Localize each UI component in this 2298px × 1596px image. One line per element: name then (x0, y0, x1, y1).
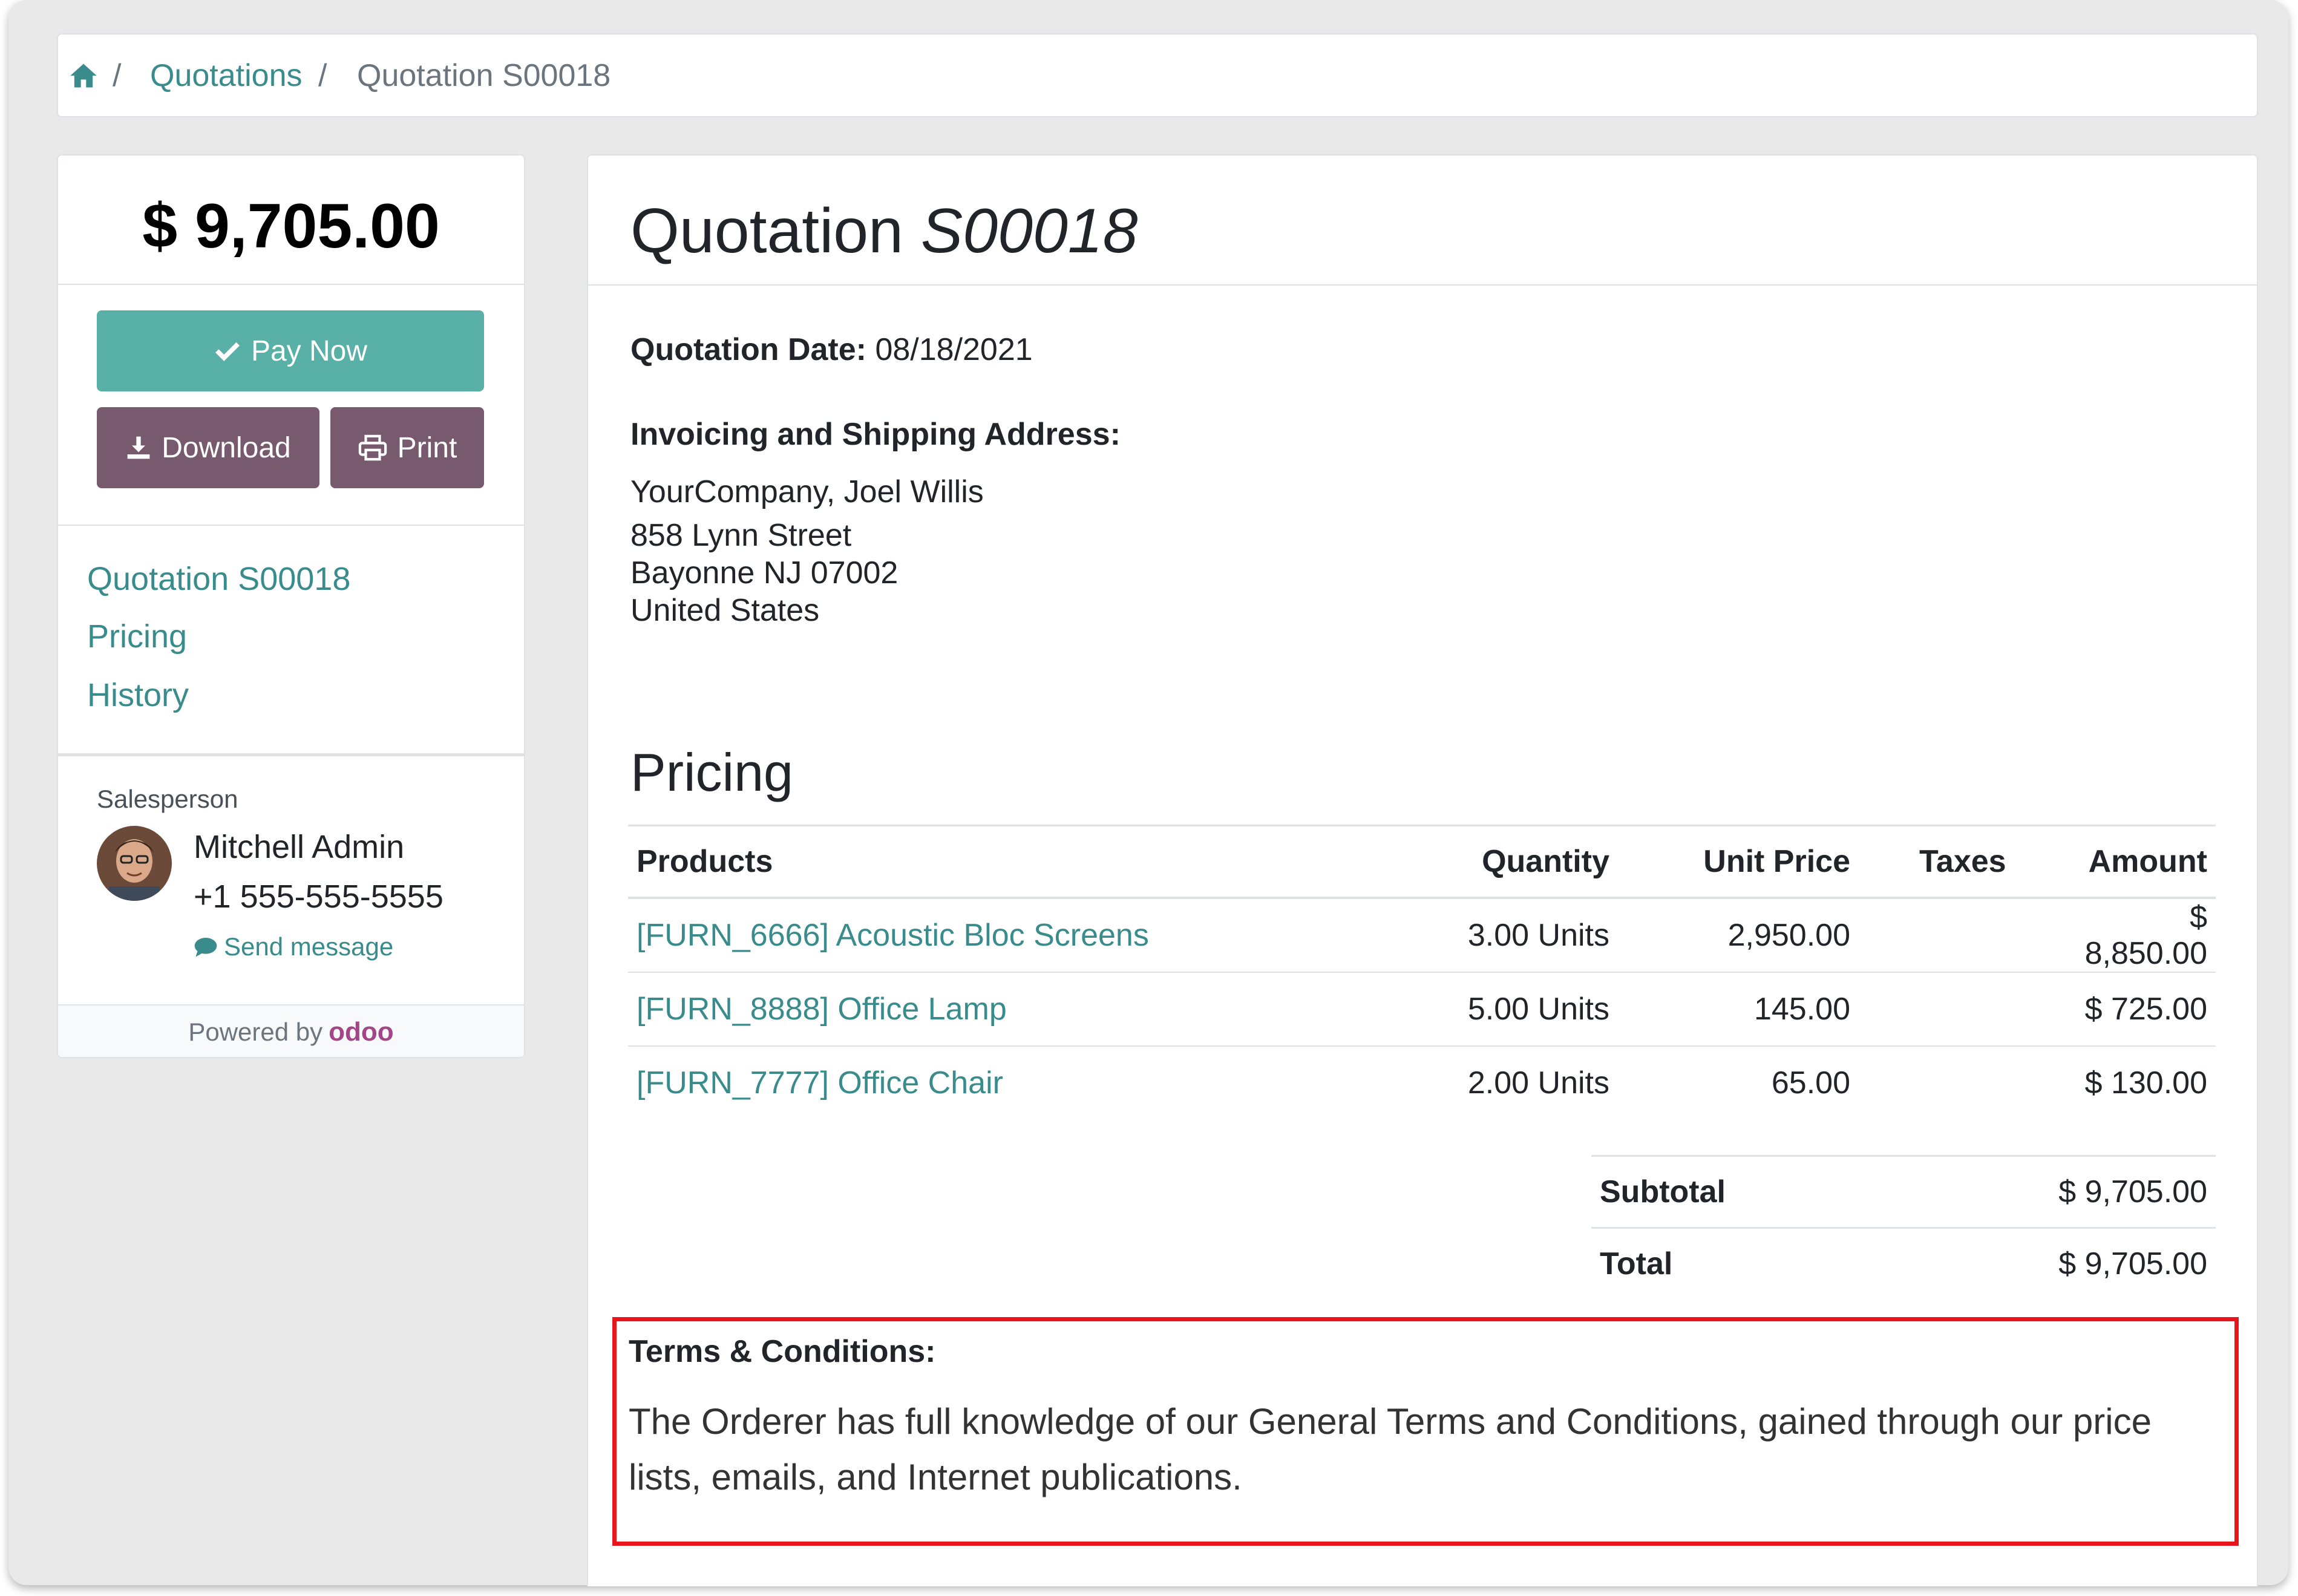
taxes-cell (1859, 898, 2073, 973)
subtotal-value: $ 9,705.00 (1880, 1155, 2216, 1228)
address-line: 858 Lynn Street (630, 518, 852, 553)
breadcrumb-separator: / (113, 58, 122, 93)
pay-now-label: Pay Now (250, 335, 368, 367)
amount-cell: $ 130.00 (2084, 1065, 2207, 1101)
taxes-cell (1859, 972, 2073, 1047)
home-icon[interactable] (68, 60, 99, 91)
quotation-date-value: 08/18/2021 (875, 332, 1033, 367)
products-table: Products Quantity Unit Price Taxes Amoun… (628, 825, 2216, 1119)
column-header-unit-price: Unit Price (1618, 825, 1859, 899)
pricing-heading: Pricing (630, 742, 793, 802)
comment-icon (194, 938, 217, 957)
amount-cell: $ 8,850.00 (2073, 898, 2216, 973)
quotation-content: Quotation S00018 Quotation Date: 08/18/2… (587, 154, 2258, 1586)
print-icon (358, 434, 387, 461)
address-line: YourCompany, Joel Willis (630, 474, 984, 509)
divider (588, 284, 2257, 286)
product-link[interactable]: [FURN_6666] Acoustic Bloc Screens (628, 898, 1401, 973)
page-title: Quotation S00018 (630, 195, 1138, 267)
subtotal-row: Subtotal $ 9,705.00 (1591, 1155, 2216, 1228)
address-line: Bayonne NJ 07002 (630, 555, 899, 590)
download-button[interactable]: Download (97, 407, 319, 488)
pay-now-button[interactable]: Pay Now (97, 310, 484, 391)
download-icon (127, 436, 150, 459)
table-row: [FURN_7777] Office Chair 2.00 Units 65.0… (628, 1046, 2216, 1119)
breadcrumb-separator: / (318, 58, 327, 93)
total-label: Total (1591, 1227, 1881, 1299)
breadcrumb: / Quotations / Quotation S00018 (57, 33, 2258, 117)
table-row: [FURN_8888] Office Lamp 5.00 Units 145.0… (628, 972, 2216, 1047)
totals-table: Subtotal $ 9,705.00 Total $ 9,705.00 (1591, 1155, 2216, 1299)
title-prefix: Quotation (630, 196, 903, 266)
download-label: Download (162, 431, 291, 464)
check-icon (215, 342, 240, 361)
salesperson-name: Mitchell Admin (194, 829, 405, 865)
quantity-cell: 5.00 Units (1401, 972, 1618, 1047)
product-link[interactable]: [FURN_8888] Office Lamp (628, 972, 1401, 1047)
address-line: United States (630, 593, 820, 628)
nav-link-quotation[interactable]: Quotation S00018 (87, 561, 350, 597)
powered-by-label: Powered by (188, 1017, 323, 1046)
subtotal-label: Subtotal (1591, 1155, 1881, 1228)
column-header-products: Products (628, 825, 1401, 899)
sidebar: $ 9,705.00 Pay Now Download Print Quotat (57, 154, 525, 1058)
breadcrumb-current: Quotation S00018 (357, 58, 611, 93)
quantity-cell: 2.00 Units (1467, 1065, 1609, 1101)
print-label: Print (397, 431, 457, 464)
unit-price-cell: 145.00 (1618, 972, 1859, 1047)
column-header-amount: Amount (2073, 825, 2216, 899)
address-label: Invoicing and Shipping Address: (630, 417, 1121, 452)
table-row: [FURN_6666] Acoustic Bloc Screens 3.00 U… (628, 898, 2216, 973)
print-button[interactable]: Print (330, 407, 484, 488)
quotation-date-label: Quotation Date: (630, 332, 866, 367)
salesperson-phone: +1 555-555-5555 (194, 878, 444, 915)
product-link[interactable]: [FURN_7777] Office Chair (628, 1046, 1401, 1119)
odoo-logo[interactable]: odoo (329, 1017, 394, 1047)
divider (58, 525, 524, 526)
total-amount: $ 9,705.00 (142, 191, 440, 261)
send-message-link[interactable]: Send message (194, 932, 393, 961)
nav-link-pricing[interactable]: Pricing (87, 618, 187, 655)
salesperson-label: Salesperson (97, 785, 238, 813)
quantity-cell: 3.00 Units (1401, 898, 1618, 973)
quotation-date: Quotation Date: 08/18/2021 (630, 331, 1033, 368)
divider (58, 753, 524, 756)
quotation-number: S00018 (920, 196, 1138, 266)
column-header-quantity: Quantity (1401, 825, 1618, 899)
terms-and-conditions-box: Terms & Conditions: The Orderer has full… (612, 1317, 2239, 1546)
total-row: Total $ 9,705.00 (1591, 1227, 2216, 1299)
terms-title: Terms & Conditions: (629, 1334, 936, 1369)
breadcrumb-quotations-link[interactable]: Quotations (150, 60, 303, 91)
nav-link-history[interactable]: History (87, 677, 189, 713)
avatar (97, 826, 172, 901)
total-value: $ 9,705.00 (1880, 1227, 2216, 1299)
amount-cell: $ 725.00 (2073, 972, 2216, 1047)
table-header-row: Products Quantity Unit Price Taxes Amoun… (628, 825, 2216, 899)
powered-by-footer: Powered by odoo (58, 1004, 524, 1057)
unit-price-cell: 65.00 (1771, 1065, 1850, 1101)
taxes-cell (1859, 1046, 2073, 1119)
send-message-label: Send message (224, 932, 394, 961)
column-header-taxes: Taxes (1859, 825, 2073, 899)
page-frame: / Quotations / Quotation S00018 $ 9,705.… (8, 0, 2288, 1586)
terms-text: The Orderer has full knowledge of our Ge… (629, 1401, 2152, 1497)
unit-price-cell: 2,950.00 (1618, 898, 1859, 973)
divider (58, 284, 524, 285)
